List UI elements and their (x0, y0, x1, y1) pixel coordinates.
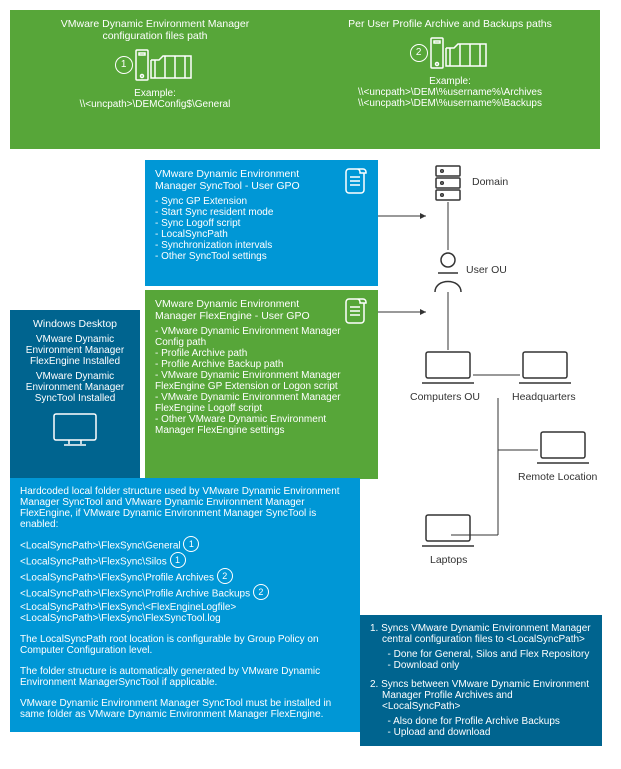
badge-1: 1 (115, 56, 133, 74)
path-line: <LocalSyncPath>\FlexSync\FlexSyncTool.lo… (20, 613, 350, 624)
list-item: Profile Archive path (155, 348, 368, 359)
path-line: <LocalSyncPath>\FlexSync\<FlexEngineLogf… (20, 602, 350, 613)
hardcoded-p3: VMware Dynamic Environment Manager SyncT… (20, 698, 350, 720)
label-computers-ou: Computers OU (410, 391, 480, 403)
list-item: Done for General, Silos and Flex Reposit… (382, 649, 592, 660)
scroll-icon (344, 296, 372, 326)
laptop-icon (422, 515, 474, 546)
synctool-gpo-title: VMware Dynamic Environment Manager SyncT… (155, 168, 368, 192)
note2-head: 2. Syncs between VMware Dynamic Environm… (370, 679, 592, 712)
list-item: VMware Dynamic Environment Manager FlexE… (155, 392, 368, 414)
hardcoded-folders-card: Hardcoded local folder structure used by… (10, 478, 360, 732)
list-item: Download only (382, 660, 592, 671)
domain-server-icon (436, 166, 460, 200)
label-headquarters: Headquarters (512, 391, 576, 403)
badge-1c: 1 (170, 552, 186, 568)
list-item: Start Sync resident mode (155, 207, 368, 218)
flexengine-gpo-items: VMware Dynamic Environment Manager Confi… (155, 326, 368, 436)
hardcoded-p2: The folder structure is automatically ge… (20, 666, 350, 688)
laptop-icon (519, 352, 571, 383)
list-item: Upload and download (382, 727, 592, 738)
profile-paths-example-label: Example: (310, 76, 590, 87)
list-item: Sync Logoff script (155, 218, 368, 229)
desktop-line1: VMware Dynamic Environment Manager FlexE… (20, 334, 130, 367)
list-item: Profile Archive Backup path (155, 359, 368, 370)
config-path-title: VMware Dynamic Environment Manager confi… (20, 18, 290, 42)
list-item: Other VMware Dynamic Environment Manager… (155, 414, 368, 436)
synctool-gpo-card: VMware Dynamic Environment Manager SyncT… (145, 160, 378, 286)
label-laptops: Laptops (430, 554, 467, 566)
server-folder-icon (430, 36, 490, 70)
hardcoded-intro: Hardcoded local folder structure used by… (20, 486, 350, 530)
hardcoded-p1: The LocalSyncPath root location is confi… (20, 634, 350, 656)
synctool-gpo-items: Sync GP Extension Start Sync resident mo… (155, 196, 368, 262)
user-icon (435, 253, 461, 292)
list-item: Sync GP Extension (155, 196, 368, 207)
flexengine-gpo-card: VMware Dynamic Environment Manager FlexE… (145, 290, 378, 479)
topology-diagram (378, 160, 603, 610)
path-line: <LocalSyncPath>\FlexSync\Profile Archive… (20, 573, 214, 584)
config-path-example-label: Example: (20, 88, 290, 99)
profile-paths-example2: \\<uncpath>\DEM\%username%\Backups (310, 98, 590, 109)
scroll-icon (344, 166, 372, 196)
label-domain: Domain (472, 176, 508, 188)
badge-1b: 1 (183, 536, 199, 552)
path-line: <LocalSyncPath>\FlexSync\Profile Archive… (20, 589, 250, 600)
label-user-ou: User OU (466, 264, 507, 276)
profile-paths-example1: \\<uncpath>\DEM\%username%\Archives (310, 87, 590, 98)
note1-head: 1. Syncs VMware Dynamic Environment Mana… (370, 623, 592, 645)
list-item: Also done for Profile Archive Backups (382, 716, 592, 727)
profile-paths-title: Per User Profile Archive and Backups pat… (310, 18, 590, 30)
flexengine-gpo-title: VMware Dynamic Environment Manager FlexE… (155, 298, 368, 322)
config-path-card: VMware Dynamic Environment Manager confi… (10, 10, 300, 149)
sync-notes-card: 1. Syncs VMware Dynamic Environment Mana… (360, 615, 602, 746)
path-line: <LocalSyncPath>\FlexSync\Silos (20, 557, 167, 568)
profile-paths-card: Per User Profile Archive and Backups pat… (300, 10, 600, 149)
note2-items: Also done for Profile Archive Backups Up… (382, 716, 592, 738)
list-item: Synchronization intervals (155, 240, 368, 251)
list-item: VMware Dynamic Environment Manager Confi… (155, 326, 368, 348)
path-line: <LocalSyncPath>\FlexSync\General (20, 541, 181, 552)
badge-2: 2 (410, 44, 428, 62)
badge-2c: 2 (253, 584, 269, 600)
badge-2b: 2 (217, 568, 233, 584)
list-item: Other SyncTool settings (155, 251, 368, 262)
windows-desktop-card: Windows Desktop VMware Dynamic Environme… (10, 310, 140, 479)
monitor-icon (52, 412, 98, 448)
desktop-line2: VMware Dynamic Environment Manager SyncT… (20, 371, 130, 404)
config-path-example: \\<uncpath>\DEMConfig$\General (20, 99, 290, 110)
list-item: LocalSyncPath (155, 229, 368, 240)
label-remote: Remote Location (518, 471, 597, 483)
laptop-icon (422, 352, 474, 383)
note1-items: Done for General, Silos and Flex Reposit… (382, 649, 592, 671)
server-folder-icon (135, 48, 195, 82)
laptop-icon (537, 432, 589, 463)
list-item: VMware Dynamic Environment Manager FlexE… (155, 370, 368, 392)
windows-desktop-title: Windows Desktop (20, 318, 130, 330)
hardcoded-paths: <LocalSyncPath>\FlexSync\General 1 <Loca… (20, 538, 350, 624)
